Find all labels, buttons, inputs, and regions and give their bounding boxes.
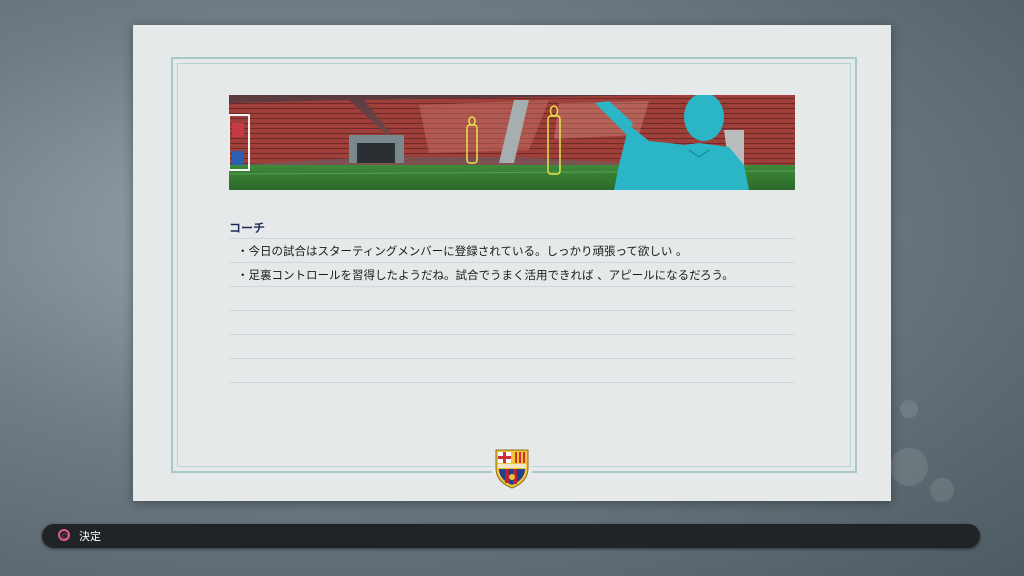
divider: [229, 310, 795, 311]
circle-button-icon[interactable]: [58, 529, 70, 541]
button-guide-bar: 決定: [42, 524, 980, 548]
background-bokeh: [930, 478, 954, 502]
background-bokeh: [890, 448, 928, 486]
message-line-2: ・足裏コントロールを習得したようだね。試合でうまく活用できれば 、アピールになる…: [237, 268, 734, 282]
divider: [229, 334, 795, 335]
club-crest-icon: [492, 446, 532, 490]
divider: [229, 262, 795, 263]
message-line-1: ・今日の試合はスターティングメンバーに登録されている。しっかり頑張って欲しい 。: [237, 244, 688, 258]
background-bokeh: [900, 400, 918, 418]
divider: [229, 382, 795, 383]
divider: [229, 286, 795, 287]
divider: [229, 238, 795, 239]
divider: [229, 358, 795, 359]
coach-message-card: コーチ ・今日の試合はスターティングメンバーに登録されている。しっかり頑張って欲…: [133, 25, 891, 501]
section-title-coach: コーチ: [229, 221, 266, 235]
confirm-label[interactable]: 決定: [79, 528, 101, 544]
training-stadium-banner: [229, 95, 795, 190]
